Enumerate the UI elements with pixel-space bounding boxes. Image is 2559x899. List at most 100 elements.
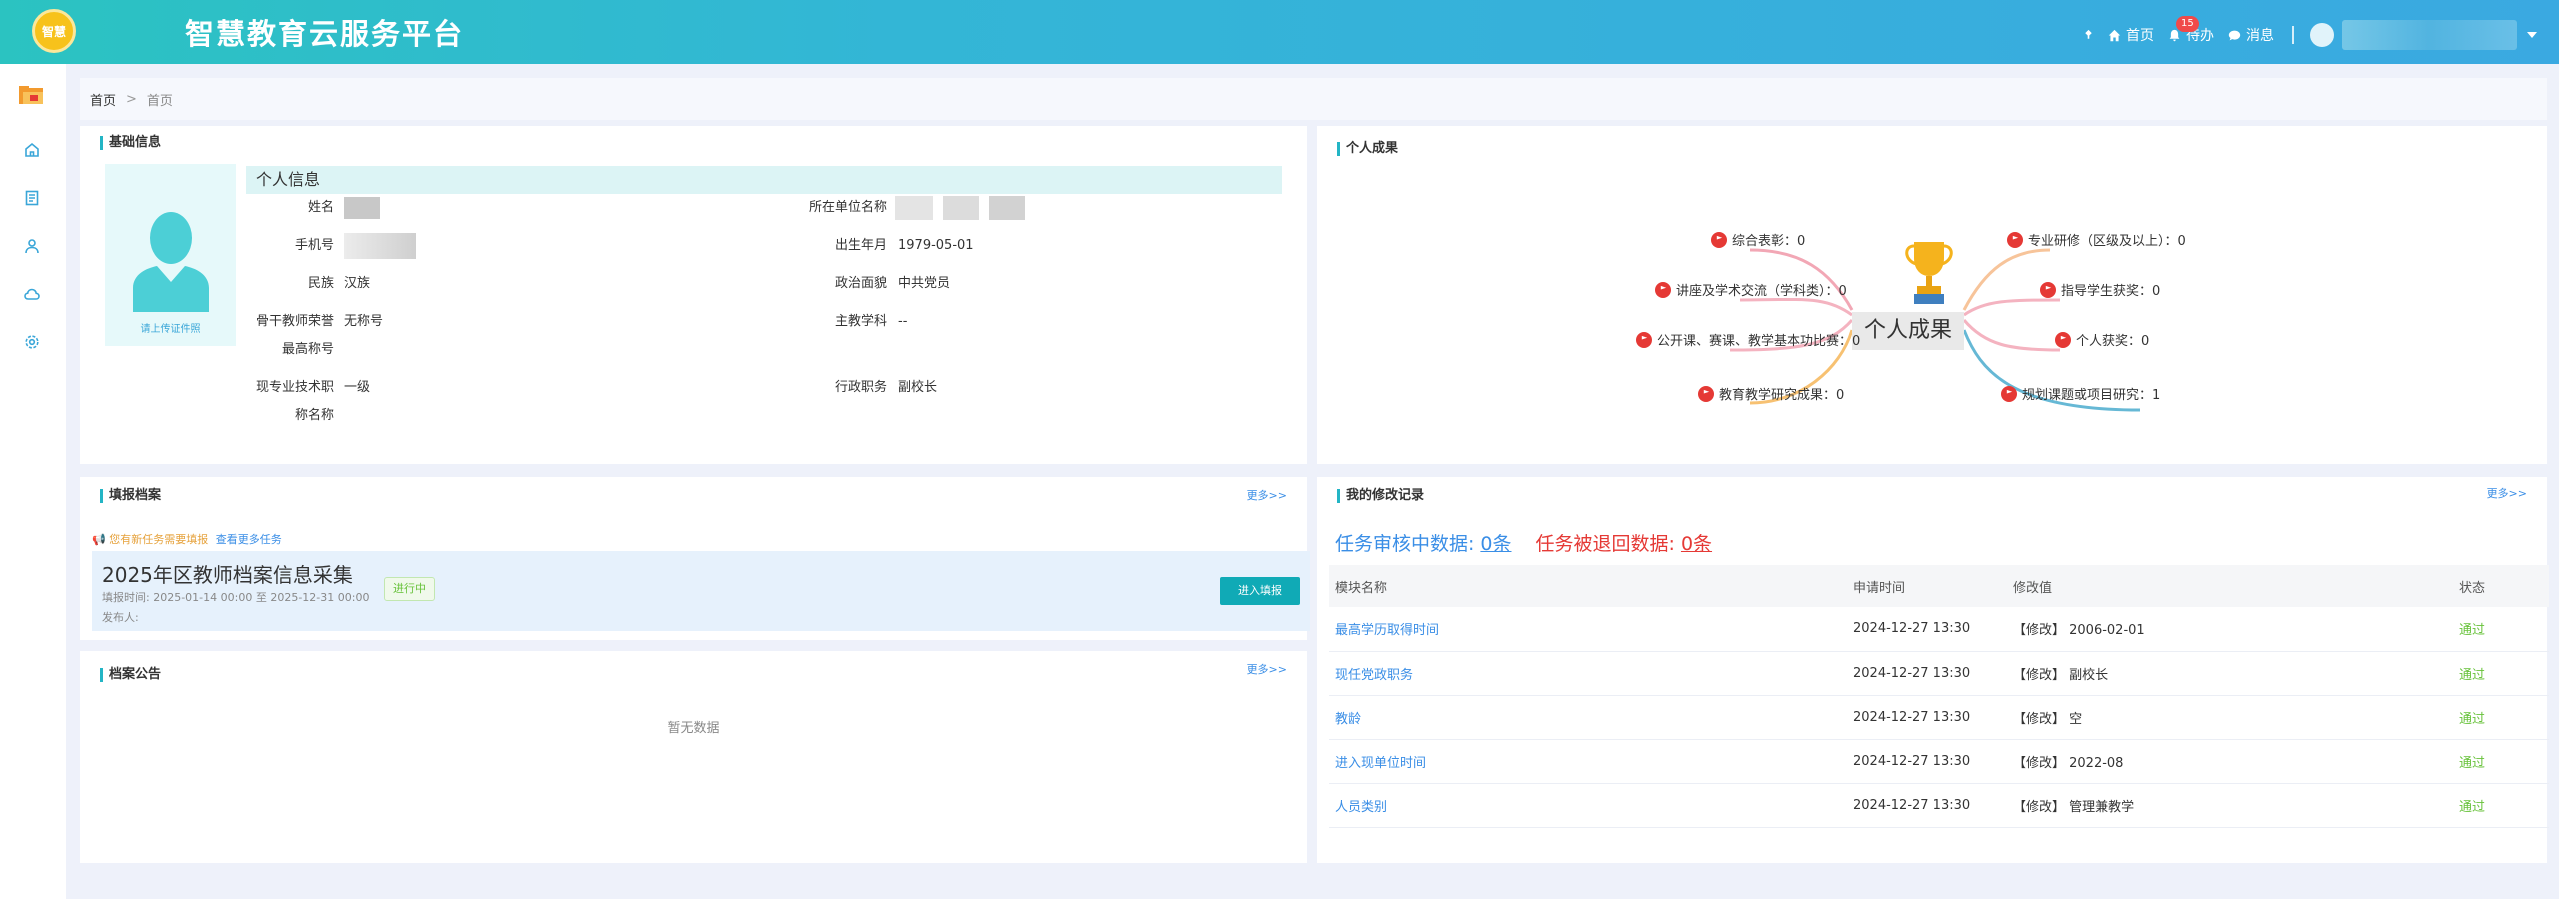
- breadcrumb-current: 首页: [146, 93, 173, 109]
- phone-label: 手机号: [294, 238, 334, 253]
- table-row: 人员类别 2024-12-27 13:30 【修改】 管理兼教学 通过: [1329, 783, 2549, 828]
- ethnicity-label: 民族: [307, 276, 334, 291]
- archive-icon[interactable]: [24, 190, 40, 206]
- apply-time: 2024-12-27 13:30: [1847, 739, 2007, 784]
- achievement-item[interactable]: 综合表彰：0: [1711, 230, 1805, 249]
- nav-divider: [2292, 26, 2294, 44]
- table-row: 现任党政职务 2024-12-27 13:30 【修改】 副校长 通过: [1329, 651, 2549, 696]
- user-icon[interactable]: [24, 238, 40, 254]
- modified-value: 【修改】 2006-02-01: [2007, 607, 2453, 652]
- unit-value-redacted: [895, 194, 1025, 222]
- subject-label: 主教学科: [834, 314, 887, 329]
- user-avatar[interactable]: [2310, 23, 2334, 47]
- achievement-item[interactable]: 指导学生获奖：0: [2040, 280, 2160, 299]
- logo: 智慧: [32, 9, 76, 53]
- table-header-row: 模块名称 申请时间 修改值 状态: [1329, 565, 2549, 607]
- chevron-down-icon[interactable]: [2527, 32, 2537, 38]
- title-value: 一级: [344, 380, 371, 395]
- notice-text: 您有新任务需要填报: [109, 533, 209, 546]
- nav-todo[interactable]: 15 待办: [2168, 16, 2214, 45]
- nav-messages[interactable]: 消息: [2228, 25, 2274, 45]
- person-placeholder-icon: [133, 212, 209, 312]
- user-name-redacted[interactable]: [2342, 20, 2517, 50]
- nav-messages-label: 消息: [2246, 28, 2274, 44]
- breadcrumb-root[interactable]: 首页: [90, 90, 116, 109]
- records-card: 我的修改记录 更多>> 任务审核中数据: 0条 任务被退回数据: 0条 模块名称 申…: [1317, 477, 2549, 863]
- achievement-item[interactable]: 规划课题或项目研究：1: [2001, 384, 2160, 403]
- megaphone-icon: 📢: [92, 533, 106, 546]
- pending-count-link[interactable]: 0条: [1480, 533, 1511, 555]
- cloud-icon[interactable]: [24, 286, 40, 302]
- honor-label-line1: 骨干教师荣誉: [255, 314, 334, 329]
- pending-label: 任务审核中数据:: [1335, 533, 1475, 555]
- nav-pin[interactable]: [2082, 29, 2100, 42]
- nav-home[interactable]: 首页: [2108, 25, 2154, 45]
- upload-photo-link[interactable]: 请上传证件照: [105, 320, 236, 335]
- folder-icon[interactable]: [18, 84, 46, 106]
- flag-icon: [1698, 385, 1714, 402]
- column-header: 状态: [2453, 565, 2549, 607]
- flag-icon: [2001, 385, 2017, 402]
- honor-label-line2: 最高称号: [281, 342, 334, 357]
- achievement-item[interactable]: 公开课、赛课、教学基本功比赛：0: [1636, 330, 1860, 349]
- modified-value: 【修改】 管理兼教学: [2007, 783, 2453, 828]
- personal-info-header: 个人信息: [246, 166, 1282, 194]
- module-name-link[interactable]: 人员类别: [1329, 783, 1847, 828]
- flag-icon: [2007, 231, 2023, 248]
- view-more-tasks-link[interactable]: 查看更多任务: [216, 533, 282, 546]
- column-header: 修改值: [2007, 565, 2453, 607]
- message-icon: [2228, 30, 2241, 40]
- achievement-item[interactable]: 个人获奖：0: [2055, 330, 2149, 349]
- home-icon[interactable]: [24, 142, 40, 158]
- settings-icon[interactable]: [24, 334, 40, 350]
- achievement-label: 专业研修（区级及以上）：0: [2028, 234, 2186, 249]
- admin-label: 行政职务: [834, 380, 887, 395]
- achievement-label: 教育教学研究成果：0: [1719, 388, 1845, 403]
- modified-value: 【修改】 副校长: [2007, 651, 2453, 696]
- column-header: 申请时间: [1847, 565, 2007, 607]
- pin-icon: [2085, 29, 2092, 39]
- achievement-label: 公开课、赛课、教学基本功比赛：0: [1657, 334, 1861, 349]
- module-name-link[interactable]: 最高学历取得时间: [1329, 607, 1847, 652]
- todo-badge: 15: [2176, 16, 2199, 32]
- module-name-link[interactable]: 现任党政职务: [1329, 651, 1847, 696]
- achievement-item[interactable]: 专业研修（区级及以上）：0: [2007, 230, 2186, 249]
- enter-filing-button[interactable]: 进入填报: [1220, 577, 1300, 605]
- status-badge: 进行中: [384, 577, 435, 601]
- apply-time: 2024-12-27 13:30: [1847, 651, 2007, 696]
- task-publisher: 发布人:: [102, 611, 139, 624]
- status-text: 通过: [2453, 607, 2549, 652]
- module-name-link[interactable]: 教龄: [1329, 695, 1847, 740]
- photo-upload-box[interactable]: 请上传证件照: [105, 164, 236, 346]
- achievement-item[interactable]: 讲座及学术交流（学科类）：0: [1655, 280, 1847, 299]
- breadcrumb-separator: >: [126, 91, 137, 107]
- trophy-icon: [1905, 242, 1953, 304]
- table-row: 最高学历取得时间 2024-12-27 13:30 【修改】 2006-02-0…: [1329, 607, 2549, 652]
- unit-label: 所在单位名称: [808, 200, 887, 215]
- records-title: 我的修改记录: [1337, 489, 1424, 503]
- announcement-more-link[interactable]: 更多>>: [1247, 661, 1287, 677]
- subject-value: --: [898, 314, 908, 329]
- achievements-center-node: 个人成果: [1852, 312, 1964, 350]
- status-text: 通过: [2453, 651, 2549, 696]
- records-summary: 任务审核中数据: 0条 任务被退回数据: 0条: [1335, 529, 1712, 556]
- empty-state: 暂无数据: [667, 721, 720, 736]
- achievement-label: 指导学生获奖：0: [2061, 284, 2161, 299]
- filing-more-link[interactable]: 更多>>: [1247, 487, 1287, 503]
- task-item: 2025年区教师档案信息采集 填报时间: 2025-01-14 00:00 至 …: [92, 551, 1310, 631]
- records-more-link[interactable]: 更多>>: [2487, 485, 2527, 501]
- module-name-link[interactable]: 进入现单位时间: [1329, 739, 1847, 784]
- logo-text: 智慧: [41, 24, 66, 39]
- table-row: 进入现单位时间 2024-12-27 13:30 【修改】 2022-08 通过: [1329, 739, 2549, 784]
- returned-count-link[interactable]: 0条: [1681, 533, 1712, 555]
- status-text: 通过: [2453, 783, 2549, 828]
- sidebar: [0, 64, 66, 899]
- admin-value: 副校长: [898, 380, 938, 395]
- modified-value: 【修改】 空: [2007, 695, 2453, 740]
- top-nav: 首页 15 待办 消息: [2082, 16, 2537, 50]
- nav-home-label: 首页: [2126, 28, 2154, 44]
- achievement-item[interactable]: 教育教学研究成果：0: [1698, 384, 1844, 403]
- apply-time: 2024-12-27 13:30: [1847, 607, 2007, 652]
- phone-value-redacted: [344, 232, 416, 260]
- returned-label: 任务被退回数据:: [1535, 533, 1675, 555]
